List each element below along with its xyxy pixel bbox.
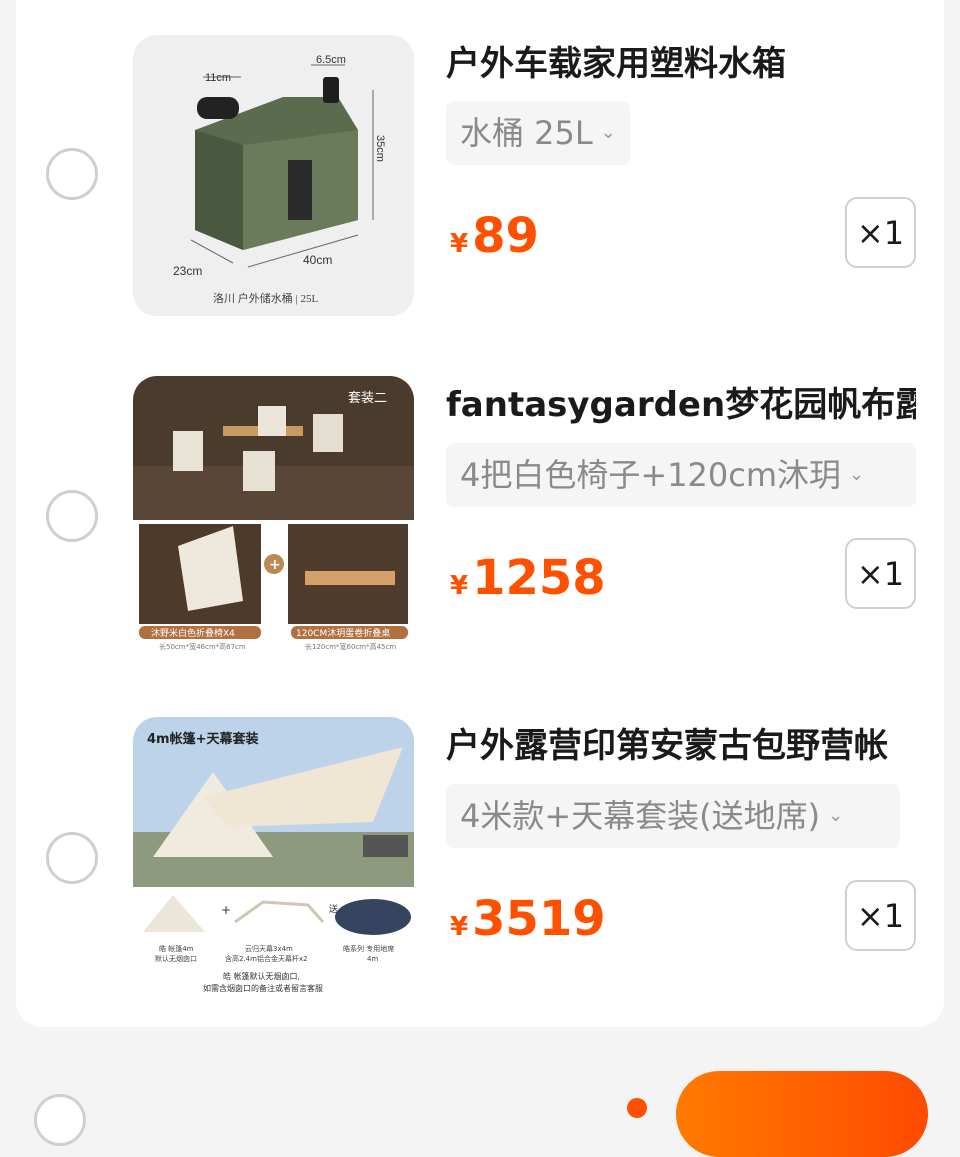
part1-text: 皓 帐篷4m xyxy=(159,944,194,953)
chevron-down-icon: ⌄ xyxy=(828,805,844,826)
table-size-text: 长120cm*宽60cm*高45cm xyxy=(305,642,396,651)
sku-label: 4米款+天幕套装(送地席) xyxy=(460,797,821,835)
chair-size-text: 长50cm*宽46cm*高67cm xyxy=(159,642,246,651)
image-badge-text: 4m帐篷+天幕套装 xyxy=(147,731,258,747)
quantity-button[interactable]: ×1 xyxy=(845,538,916,609)
tent-illustration: 4m帐篷+天幕套装 + 送 皓 帐篷4m 默认无烟囱口 云归天幕3x4m 含高2… xyxy=(133,717,414,998)
note1-text: 皓 帐篷默认无烟囱口, xyxy=(223,971,300,981)
select-radio[interactable] xyxy=(46,490,98,542)
select-all-radio[interactable] xyxy=(34,1094,86,1146)
price-value: 3519 xyxy=(472,891,606,947)
sku-selector[interactable]: 4把白色椅子+120cm沐玥 ⌄ xyxy=(446,443,916,507)
camping-furniture-illustration: 套装二 + 沐野米白色折叠椅X4 120CM沐玥蛋卷折叠桌 长50cm*宽46c… xyxy=(133,376,414,657)
part2-sub-text: 含高2.4m铝合金天幕杆x2 xyxy=(225,954,308,963)
part3-sub-text: 4m xyxy=(367,955,378,963)
price-value: 1258 xyxy=(472,550,606,606)
sku-label: 4把白色椅子+120cm沐玥 xyxy=(460,456,842,494)
product-image[interactable]: 套装二 + 沐野米白色折叠椅X4 120CM沐玥蛋卷折叠桌 长50cm*宽46c… xyxy=(133,376,414,657)
chevron-down-icon: ⌄ xyxy=(849,464,865,485)
price: ¥1258 xyxy=(450,548,606,608)
table-label-text: 120CM沐玥蛋卷折叠桌 xyxy=(296,627,390,639)
quantity-button[interactable]: ×1 xyxy=(845,880,916,951)
part2-text: 云归天幕3x4m xyxy=(245,944,293,953)
notification-dot xyxy=(627,1098,647,1118)
currency-symbol: ¥ xyxy=(450,912,469,942)
checkout-button[interactable] xyxy=(676,1071,928,1157)
sku-selector[interactable]: 4米款+天幕套装(送地席) ⌄ xyxy=(446,784,900,848)
image-badge-text: 套装二 xyxy=(348,390,387,406)
select-radio[interactable] xyxy=(46,832,98,884)
part1-sub-text: 默认无烟囱口 xyxy=(155,954,197,963)
price: ¥3519 xyxy=(450,889,606,949)
svg-text:+: + xyxy=(269,557,281,573)
product-title[interactable]: fantasygarden梦花园帆布露 xyxy=(446,381,916,429)
image-caption-text: 洛川 户外储水桶 | 25L xyxy=(213,291,318,305)
svg-text:+: + xyxy=(221,903,231,917)
currency-symbol: ¥ xyxy=(450,571,469,601)
note2-text: 如需含烟囱口的备注或者留言客服 xyxy=(203,983,323,993)
chair-label-text: 沐野米白色折叠椅X4 xyxy=(151,627,235,639)
product-image[interactable]: 4m帐篷+天幕套装 + 送 皓 帐篷4m 默认无烟囱口 云归天幕3x4m 含高2… xyxy=(133,717,414,998)
part3-text: 皓系列 专用地席 xyxy=(343,944,394,953)
product-title[interactable]: 户外露营印第安蒙古包野营帐 xyxy=(446,722,916,770)
cart-item: 4m帐篷+天幕套装 + 送 皓 帐篷4m 默认无烟囱口 云归天幕3x4m 含高2… xyxy=(0,0,960,998)
